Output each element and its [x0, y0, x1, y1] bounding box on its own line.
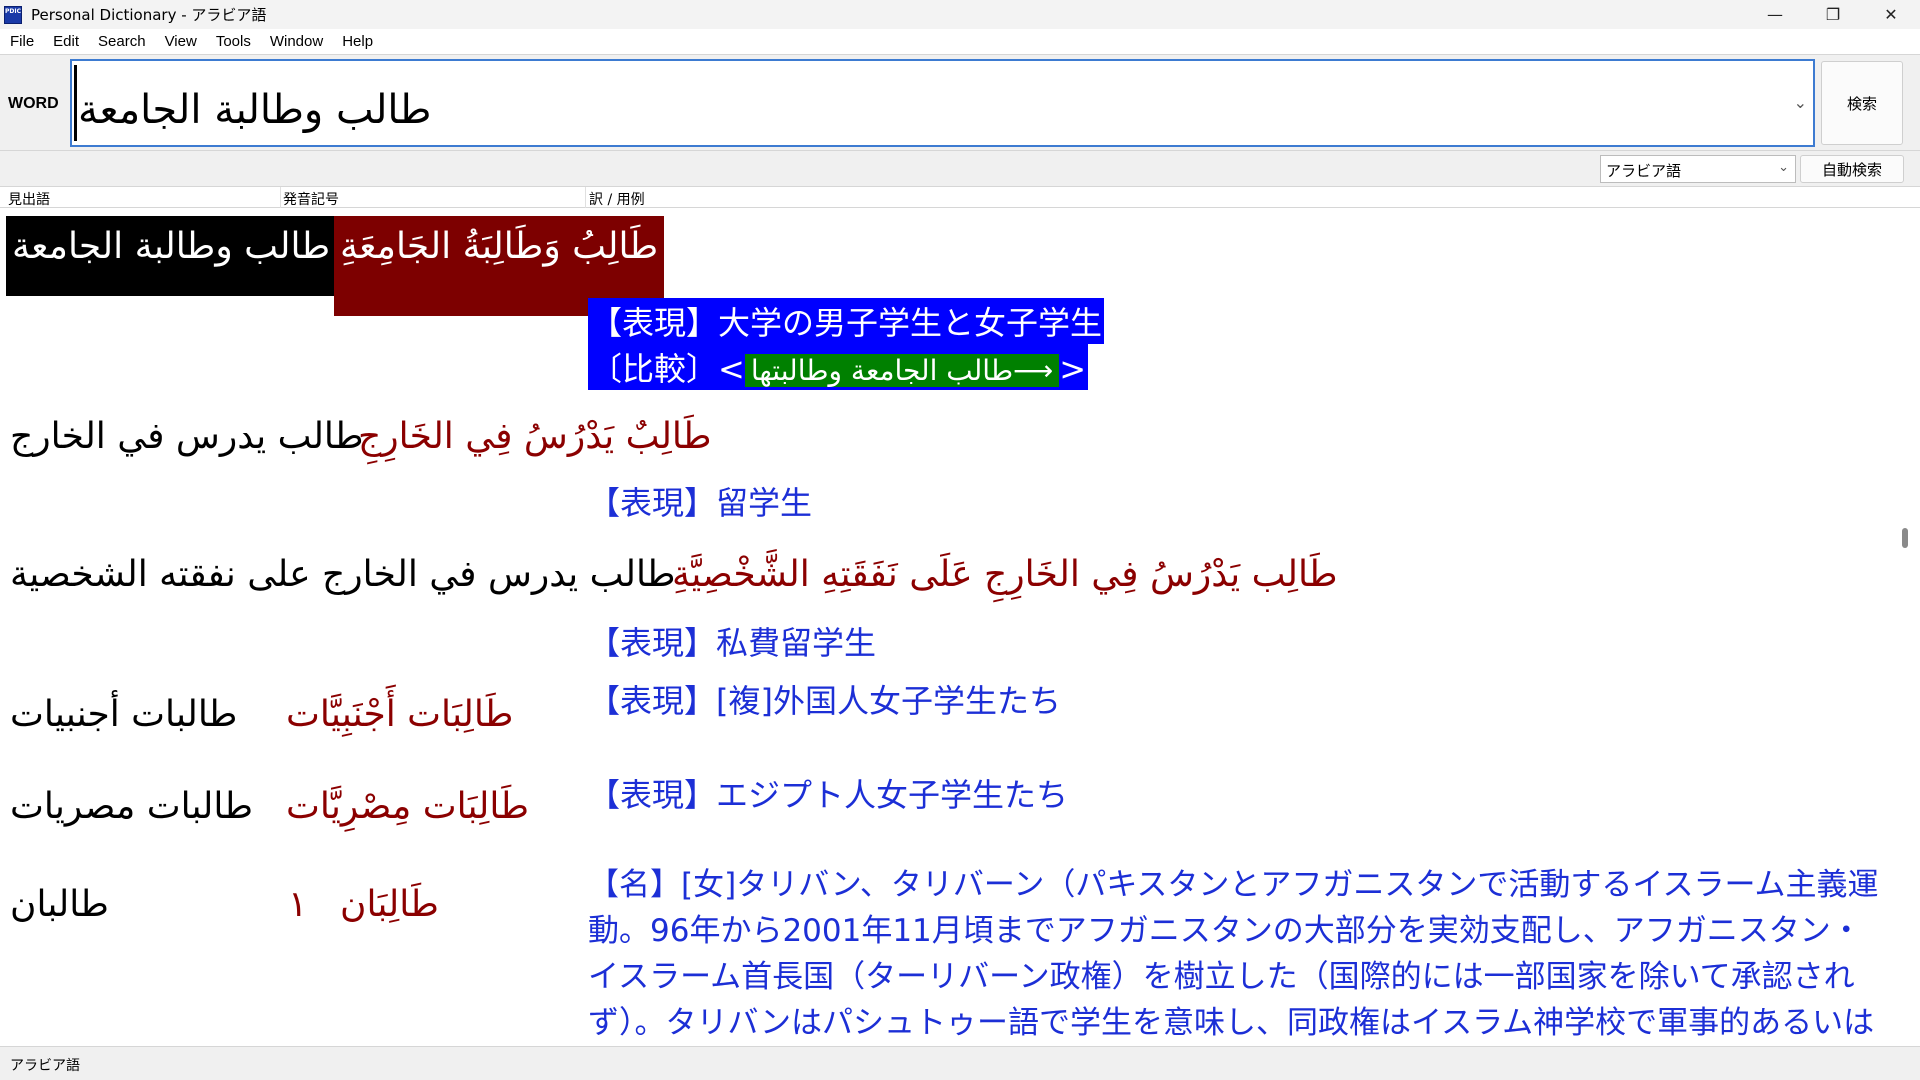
entry-definition[interactable]: 【名】[女]タリバン、タリバーン（パキスタンとアフガニスタンで活動するイスラーム… — [588, 862, 1888, 1046]
maximize-button[interactable]: ❐ — [1804, 0, 1862, 29]
example-arrow: ⟶ — [1013, 354, 1054, 387]
entry-vocalized[interactable]: طَالِبٌ يَدْرُسُ فِي الخَارِجِ — [358, 416, 712, 457]
column-header-headword[interactable]: 見出語 — [8, 189, 50, 209]
example-prefix: 〔比較〕< — [590, 350, 745, 388]
entry-vocalized[interactable]: طَالِبَان — [340, 884, 439, 925]
menu-search[interactable]: Search — [98, 33, 146, 50]
menu-view[interactable]: View — [165, 33, 197, 50]
language-select[interactable]: アラビア語 ⌄ — [1600, 155, 1796, 183]
vertical-scrollbar[interactable] — [1900, 208, 1920, 1046]
window-controls: — ❐ ✕ — [1746, 0, 1920, 29]
search-bar: WORD ⌄ 検索 — [0, 54, 1920, 150]
results-list[interactable]: طالب وطالبة الجامعة طَالِبُ وَطَالِبَةُ … — [0, 208, 1900, 1046]
entry-headword[interactable]: طالبان — [10, 884, 109, 925]
minimize-button[interactable]: — — [1746, 0, 1804, 29]
entry-vocalized[interactable]: طَالِبَات أَجْنَبِيَّات — [286, 694, 513, 735]
example-arabic-text: طالب الجامعة وطالبتها — [750, 354, 1014, 387]
entry-definition[interactable]: 【表現】大学の男子学生と女子学生 — [588, 298, 1105, 344]
search-button[interactable]: 検索 — [1821, 61, 1903, 145]
menu-tools[interactable]: Tools — [216, 33, 251, 50]
word-label: WORD — [8, 95, 59, 112]
column-resize-handle[interactable] — [280, 187, 281, 209]
menu-bar: File Edit Search View Tools Window Help — [0, 29, 1920, 54]
menu-file[interactable]: File — [10, 33, 34, 50]
title-bar: PDIC Personal Dictionary - アラビア語 — ❐ ✕ — [0, 0, 1920, 29]
scrollbar-thumb[interactable] — [1902, 528, 1908, 548]
word-input[interactable] — [78, 61, 1778, 145]
entry-headword[interactable]: طالب وطالبة الجامعة — [6, 216, 337, 296]
close-button[interactable]: ✕ — [1862, 0, 1920, 29]
menu-edit[interactable]: Edit — [53, 33, 79, 50]
entry-definition[interactable]: 【表現】[複]外国人女子学生たち — [588, 676, 1061, 722]
menu-window[interactable]: Window — [270, 33, 323, 50]
entry-vocalized[interactable]: طَالِبَات مِصْرِيَّات — [286, 786, 529, 827]
text-caret — [74, 65, 77, 141]
column-resize-handle[interactable] — [585, 187, 586, 209]
status-text: アラビア語 — [10, 1058, 80, 1074]
column-header-row: 見出語 発音記号 訳 / 用例 — [0, 186, 1920, 209]
entry-pronunciation[interactable]: ١ — [288, 884, 307, 925]
example-suffix: > — [1059, 350, 1087, 388]
language-select-value: アラビア語 — [1606, 162, 1682, 180]
entry-headword[interactable]: طالبات مصريات — [10, 786, 253, 827]
entry-definition[interactable]: 【表現】留学生 — [588, 478, 812, 524]
entry-headword[interactable]: طالبات أجنبيات — [10, 694, 237, 735]
chevron-down-icon: ⌄ — [1778, 160, 1789, 175]
options-bar: アラビア語 ⌄ 自動検索 — [0, 150, 1920, 186]
column-header-translation[interactable]: 訳 / 用例 — [589, 189, 645, 209]
entry-definition[interactable]: 【表現】エジプト人女子学生たち — [588, 770, 1068, 816]
entry-headword[interactable]: طالب يدرس في الخارج — [10, 416, 364, 457]
chevron-down-icon[interactable]: ⌄ — [1794, 93, 1807, 112]
auto-search-button[interactable]: 自動検索 — [1800, 155, 1904, 183]
column-header-pronunciation[interactable]: 発音記号 — [283, 189, 339, 209]
word-input-box[interactable]: ⌄ — [70, 59, 1815, 147]
window-title: Personal Dictionary - アラビア語 — [31, 6, 267, 24]
entry-example[interactable]: 〔比較〕< ⟶طالب الجامعة وطالبتها > — [588, 344, 1089, 390]
status-bar: アラビア語 — [0, 1046, 1920, 1080]
entry-vocalized[interactable]: طَالِب يَدْرُسُ فِي الخَارِجِ عَلَى نَفَ… — [672, 554, 1338, 595]
example-arabic: ⟶طالب الجامعة وطالبتها — [744, 354, 1060, 387]
menu-help[interactable]: Help — [342, 33, 373, 50]
app-icon: PDIC — [4, 5, 22, 24]
entry-definition[interactable]: 【表現】私費留学生 — [588, 618, 876, 664]
entry-headword[interactable]: طالب يدرس في الخارج على نفقته الشخصية — [10, 554, 676, 595]
